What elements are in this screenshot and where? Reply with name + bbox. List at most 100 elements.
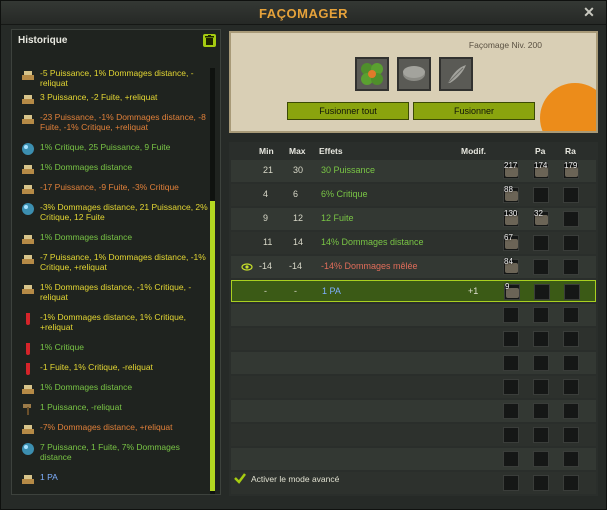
rune-cell[interactable] bbox=[563, 355, 579, 371]
effect-label: 6% Critique bbox=[321, 189, 368, 199]
rune-cell[interactable] bbox=[533, 475, 549, 491]
max-value: 6 bbox=[293, 189, 299, 199]
merge-button[interactable]: Fusionner bbox=[413, 102, 535, 120]
ra-rune-cell[interactable] bbox=[563, 211, 579, 227]
pa-rune-cell[interactable] bbox=[533, 187, 549, 203]
tools-icon bbox=[21, 422, 35, 436]
header-effects: Effets bbox=[319, 146, 343, 156]
trash-icon[interactable] bbox=[203, 34, 216, 47]
history-panel: Historique -5 Puissance, 1% Dommages dis… bbox=[11, 29, 221, 495]
rune-cell[interactable] bbox=[563, 379, 579, 395]
vial-icon bbox=[21, 362, 35, 376]
vial-icon bbox=[21, 312, 35, 326]
rune-cell[interactable] bbox=[533, 379, 549, 395]
rune-cell[interactable] bbox=[563, 427, 579, 443]
history-scrollbar[interactable] bbox=[210, 68, 215, 494]
rune-cell[interactable] bbox=[503, 307, 519, 323]
ra-rune-cell[interactable] bbox=[563, 259, 579, 275]
effects-table: Min Max Effets Modif. Pa Ra 21 30 30 Puiss… bbox=[229, 142, 598, 496]
tools-icon bbox=[21, 92, 35, 106]
empty-table-row bbox=[231, 352, 596, 374]
rune-cell[interactable] bbox=[563, 331, 579, 347]
history-item-text: -3% Dommages distance, 21 Puissance, 2% … bbox=[40, 202, 208, 222]
rune-cell[interactable] bbox=[533, 331, 549, 347]
max-value: 12 bbox=[293, 213, 304, 223]
max-value: -14 bbox=[289, 261, 303, 271]
rune-count: 88 bbox=[504, 185, 513, 194]
forge-level: Façomage Niv. 200 bbox=[468, 40, 542, 50]
rune-cell[interactable] bbox=[503, 355, 519, 371]
rune-cell[interactable] bbox=[503, 427, 519, 443]
pa-rune-cell[interactable]: 174 bbox=[533, 161, 549, 179]
history-item-text: 7 Puissance, 1 Fuite, 7% Dommages distan… bbox=[40, 442, 180, 462]
rune-cell[interactable] bbox=[563, 403, 579, 419]
history-item-text: 1% Critique bbox=[40, 342, 84, 352]
rune-cell[interactable] bbox=[533, 403, 549, 419]
pa-rune-cell[interactable] bbox=[533, 235, 549, 251]
rune-cell[interactable] bbox=[533, 427, 549, 443]
rune-cell[interactable] bbox=[563, 451, 579, 467]
rune-cell[interactable] bbox=[563, 475, 579, 491]
rune-cell[interactable]: 9 bbox=[504, 282, 520, 300]
orb-icon bbox=[21, 202, 35, 216]
rune-cell[interactable]: 84 bbox=[503, 257, 519, 275]
table-row[interactable]: 21 30 30 Puissance 217 174 179 bbox=[231, 160, 596, 182]
scrollbar-thumb[interactable] bbox=[210, 201, 215, 491]
ra-rune-cell[interactable] bbox=[563, 235, 579, 251]
eye-icon[interactable] bbox=[241, 261, 253, 273]
pa-rune-cell[interactable] bbox=[533, 259, 549, 275]
ra-rune-cell[interactable] bbox=[563, 187, 579, 203]
header-max: Max bbox=[289, 146, 306, 156]
advanced-mode-checkbox[interactable] bbox=[233, 471, 247, 485]
pa-rune-cell[interactable] bbox=[534, 284, 550, 300]
tools-icon bbox=[21, 282, 35, 296]
facomager-window: FAÇOMAGER ✕ Historique -5 Puissance, 1% … bbox=[0, 0, 607, 510]
modif-value: +1 bbox=[468, 286, 479, 296]
rune-cell[interactable] bbox=[563, 307, 579, 323]
merge-all-button[interactable]: Fusionner tout bbox=[287, 102, 409, 120]
hammer-icon bbox=[21, 402, 35, 416]
item-slot[interactable] bbox=[355, 57, 389, 91]
header-ra: Ra bbox=[565, 146, 576, 156]
rune-cell[interactable] bbox=[533, 451, 549, 467]
history-item-text: -1 Fuite, 1% Critique, -reliquat bbox=[40, 362, 153, 372]
rune-cell[interactable]: 217 bbox=[503, 161, 519, 179]
ra-rune-cell[interactable] bbox=[564, 284, 580, 300]
min-value: 11 bbox=[263, 237, 273, 247]
pa-rune-cell[interactable]: 32 bbox=[533, 209, 549, 227]
table-row[interactable]: 4 6 6% Critique 88 bbox=[231, 184, 596, 206]
rune-slot[interactable] bbox=[397, 57, 431, 91]
header-min: Min bbox=[259, 146, 274, 156]
rune-cell[interactable] bbox=[503, 379, 519, 395]
feather-icon bbox=[447, 65, 466, 84]
title-bar: FAÇOMAGER ✕ bbox=[1, 1, 606, 25]
empty-table-row bbox=[231, 304, 596, 326]
table-row[interactable]: -14 -14 -14% Dommages mêlée 84 bbox=[231, 256, 596, 278]
rune-cell[interactable] bbox=[503, 403, 519, 419]
rune-count: 174 bbox=[534, 161, 548, 170]
rune-cell[interactable] bbox=[533, 307, 549, 323]
tools-icon bbox=[21, 382, 35, 396]
min-value: -14 bbox=[259, 261, 273, 271]
potion-slot[interactable] bbox=[439, 57, 473, 91]
rune-cell[interactable] bbox=[533, 355, 549, 371]
effect-label: 12 Fuite bbox=[321, 213, 354, 223]
empty-table-row bbox=[231, 424, 596, 446]
tools-icon bbox=[21, 472, 35, 486]
rune-cell[interactable] bbox=[503, 331, 519, 347]
rune-cell[interactable] bbox=[503, 475, 519, 491]
history-item-text: -7 Puissance, 1% Dommages distance, -1% … bbox=[40, 252, 206, 272]
rune-cell[interactable] bbox=[503, 451, 519, 467]
table-row[interactable]: 11 14 14% Dommages distance 67 bbox=[231, 232, 596, 254]
vial-icon bbox=[21, 342, 35, 356]
rune-cell[interactable]: 67 bbox=[503, 233, 519, 251]
table-row[interactable]: 9 12 12 Fuite 130 32 bbox=[231, 208, 596, 230]
effect-label: 1 PA bbox=[322, 286, 341, 296]
tools-icon bbox=[21, 182, 35, 196]
rune-cell[interactable]: 130 bbox=[503, 209, 519, 227]
rune-cell[interactable]: 88 bbox=[503, 185, 519, 203]
tools-icon bbox=[21, 232, 35, 246]
close-icon[interactable]: ✕ bbox=[582, 5, 596, 19]
ra-rune-cell[interactable]: 179 bbox=[563, 161, 579, 179]
table-row[interactable]: - - 1 PA +1 9 bbox=[231, 280, 596, 302]
